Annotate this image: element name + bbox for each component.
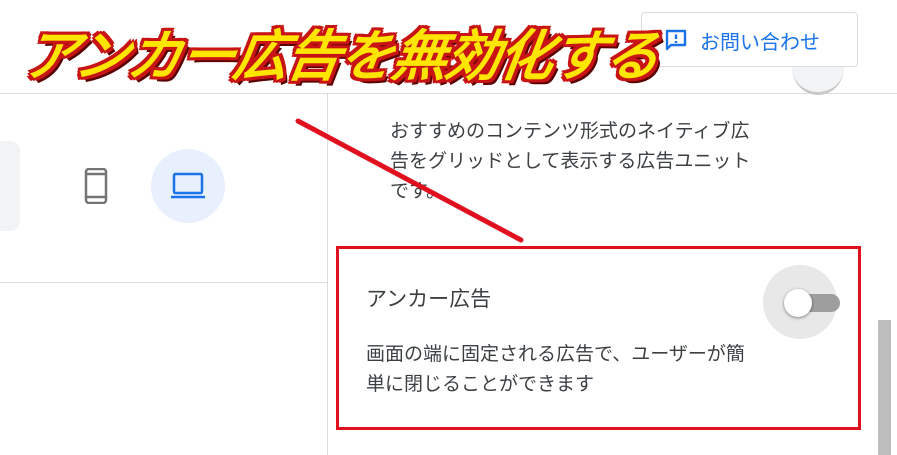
smartphone-icon [84,168,108,204]
anchor-ads-title: アンカー広告 [366,287,492,311]
desktop-preview-button[interactable] [151,149,225,223]
phone-preview-button[interactable] [59,149,133,223]
contact-button[interactable]: お問い合わせ [641,12,858,67]
anchor-ads-description: 画面の端に固定される広告で、ユーザーが簡単に閉じることができます [366,343,745,395]
annotation-banner: アンカー広告を無効化する [19,24,663,88]
device-toggle-group-edge [0,141,20,231]
native-ads-description: おすすめのコンテンツ形式のネイティブ広告をグリッドとして表示する広告ユニットです… [390,120,751,202]
panel-divider [327,93,328,455]
anchor-ads-toggle-thumb[interactable] [784,289,812,317]
scrollbar-thumb[interactable] [878,320,891,455]
feedback-icon [665,29,687,51]
preview-divider [0,282,327,283]
contact-button-label: お問い合わせ [700,30,820,54]
laptop-icon [171,172,205,199]
